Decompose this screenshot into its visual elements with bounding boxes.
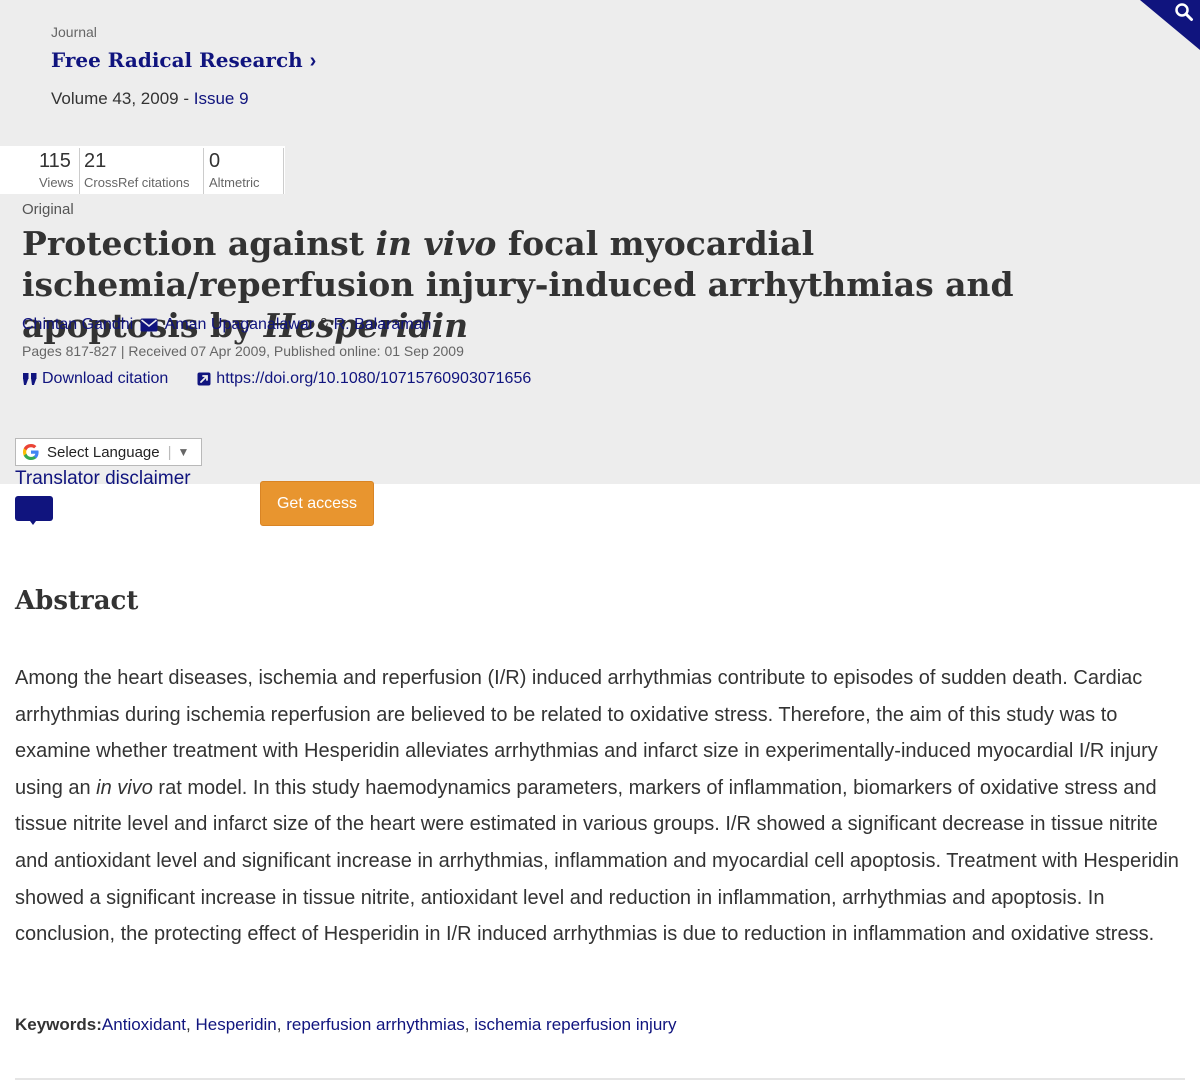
doi-label: https://doi.org/10.1080/1071576090307165… (216, 370, 532, 387)
abstract-text-part: rat model. In this study haemodynamics p… (15, 776, 1179, 946)
search-icon (1175, 3, 1193, 21)
metric-views: 115 Views (38, 148, 80, 194)
journal-name-link[interactable]: Free Radical Research › (51, 48, 316, 73)
journal-header-band (0, 0, 1200, 146)
journal-name-text: Free Radical Research (51, 48, 303, 72)
issue-link[interactable]: Issue 9 (194, 89, 249, 108)
metric-label: Altmetric (209, 175, 260, 190)
keyword-link[interactable]: ischemia reperfusion injury (474, 1015, 676, 1034)
google-g-icon (23, 444, 39, 460)
keyword-separator: , (276, 1015, 287, 1034)
comment-icon[interactable] (15, 496, 53, 526)
metric-altmetric[interactable]: 0 Altmetric (204, 148, 284, 194)
abstract-text: Among the heart diseases, ischemia and r… (15, 660, 1185, 953)
author-link[interactable]: Chintan Gandhi (22, 316, 133, 334)
external-link-icon (197, 372, 211, 386)
translator-disclaimer-link[interactable]: Translator disclaimer (15, 468, 191, 490)
keyword-link[interactable]: reperfusion arrhythmias (286, 1015, 465, 1034)
keyword-link[interactable]: Hesperidin (196, 1015, 277, 1034)
dropdown-arrow-icon: ▼ (177, 445, 190, 459)
abstract-heading: Abstract (15, 586, 139, 616)
metric-label: Views (39, 175, 74, 190)
volume-text: Volume 43, 2009 - (51, 89, 194, 108)
volume-line: Volume 43, 2009 - Issue 9 (51, 89, 249, 109)
author-separator: & (314, 316, 334, 333)
doi-link[interactable]: https://doi.org/10.1080/1071576090307165… (196, 370, 531, 388)
chevron-right-icon: › (309, 50, 317, 72)
metric-value: 0 (209, 150, 221, 172)
section-divider (15, 1078, 1185, 1080)
abstract-italic: in vivo (96, 776, 153, 799)
author-link[interactable]: Aman Upaganalawar (165, 316, 314, 334)
search-toggle-button[interactable] (1140, 0, 1200, 50)
get-access-button[interactable]: Get access (260, 481, 374, 526)
download-citation-label: Download citation (42, 370, 169, 387)
metric-crossref[interactable]: 21 CrossRef citations (80, 148, 204, 194)
metric-label: CrossRef citations (84, 175, 190, 190)
download-citation-link[interactable]: Download citation (22, 370, 168, 388)
keyword-separator: , (464, 1015, 475, 1034)
article-actions: Download citation https://doi.org/10.108… (22, 370, 531, 388)
author-link[interactable]: R. Balaraman (334, 316, 432, 334)
envelope-icon[interactable] (140, 318, 158, 332)
keywords-label: Keywords: (15, 1015, 102, 1034)
keywords-row: Keywords:Antioxidant, Hesperidin, reperf… (15, 1015, 676, 1035)
keyword-link[interactable]: Antioxidant (102, 1015, 186, 1034)
keyword-separator: , (186, 1015, 196, 1034)
publication-info: Pages 817-827 | Received 07 Apr 2009, Pu… (22, 343, 464, 359)
quote-icon (23, 373, 37, 385)
language-select[interactable]: Select Language | ▼ (15, 438, 202, 466)
divider: | (167, 443, 172, 461)
metric-value: 21 (84, 150, 107, 172)
metric-value: 115 (39, 150, 71, 172)
title-italic: in vivo (375, 224, 497, 263)
article-metrics: 115 Views 21 CrossRef citations 0 Altmet… (38, 148, 284, 194)
title-text: Protection against (22, 224, 376, 263)
author-list: Chintan Gandhi , Aman Upaganalawar & R. … (22, 316, 431, 334)
journal-label: Journal (51, 24, 97, 40)
article-type: Original (22, 201, 74, 218)
language-select-label: Select Language (47, 443, 160, 461)
